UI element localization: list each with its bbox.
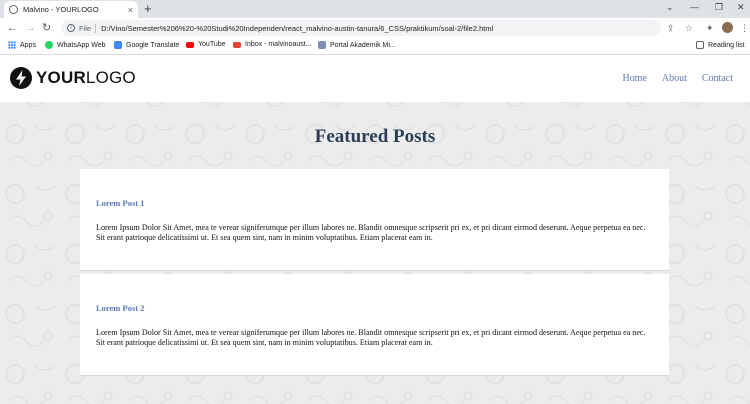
reading-list-icon	[696, 41, 704, 49]
address-scheme: File	[79, 23, 92, 33]
nav-about-link[interactable]: About	[662, 73, 687, 84]
post-card: Lorem Post 2 Lorem Ipsum Dolor Sit Amet,…	[80, 274, 669, 376]
share-icon[interactable]: ⇪	[667, 22, 675, 34]
browser-tab[interactable]: Malvino - YOURLOGO ×	[4, 1, 138, 18]
bookmark-whatsapp[interactable]: WhatsApp Web	[45, 41, 106, 49]
new-tab-button[interactable]: +	[144, 1, 152, 17]
bookmark-label: Portal Akademik Mi...	[330, 41, 396, 49]
address-bar[interactable]: i File D:/Vino/Semester%206%20-%20Studi%…	[61, 20, 661, 36]
featured-posts-heading: Featured Posts	[314, 126, 436, 147]
bookmark-star-icon[interactable]: ☆	[685, 22, 693, 34]
forward-icon[interactable]: →	[25, 21, 36, 35]
tab-bar: Malvino - YOURLOGO × + ⌄ — ❐ ✕	[0, 0, 750, 18]
whatsapp-icon	[45, 41, 53, 49]
gmail-icon	[233, 41, 241, 48]
bookmark-portal-akademik[interactable]: Portal Akademik Mi...	[318, 41, 396, 49]
bookmark-google-translate[interactable]: Google Translate	[114, 41, 179, 49]
reload-icon[interactable]: ↻	[42, 21, 51, 35]
translate-icon	[114, 41, 122, 49]
bookmarks-bar: Apps WhatsApp Web Google Translate YouTu…	[0, 38, 750, 55]
youtube-icon	[186, 41, 194, 48]
nav-contact-link[interactable]: Contact	[702, 73, 733, 84]
tab-close-icon[interactable]: ×	[128, 5, 133, 15]
lightning-icon	[10, 67, 32, 89]
site-logo[interactable]: YOURLOGO	[10, 67, 136, 89]
portal-icon	[318, 41, 326, 49]
logo-text: YOURLOGO	[36, 68, 136, 87]
tab-search-icon[interactable]: ⌄	[666, 2, 674, 13]
menu-icon[interactable]: ⋮	[740, 22, 749, 34]
bookmark-apps[interactable]: Apps	[8, 41, 36, 49]
extensions-icon[interactable]: ✦	[706, 22, 714, 34]
reading-list-label: Reading list	[708, 41, 745, 49]
web-page: YOURLOGO Home About Contact Featured Pos…	[0, 56, 750, 404]
window-close-icon[interactable]: ✕	[737, 2, 745, 13]
post-card: Lorem Post 1 Lorem Ipsum Dolor Sit Amet,…	[80, 169, 669, 271]
post-title[interactable]: Lorem Post 1	[96, 198, 653, 208]
bookmark-label: Google Translate	[126, 41, 180, 49]
profile-avatar[interactable]	[722, 22, 733, 33]
globe-icon	[9, 5, 18, 14]
site-nav: Home About Contact	[622, 73, 733, 84]
browser-toolbar: ← → ↻ i File D:/Vino/Semester%206%20-%20…	[0, 18, 750, 38]
post-body: Lorem Ipsum Dolor Sit Amet, mea te verea…	[96, 328, 646, 347]
restore-icon[interactable]: ❐	[715, 2, 723, 13]
site-header: YOURLOGO Home About Contact	[0, 56, 750, 102]
reading-list[interactable]: Reading list	[696, 41, 745, 49]
bookmark-label: Inbox - malvinoaust...	[245, 41, 312, 48]
address-divider	[95, 23, 97, 33]
info-icon[interactable]: i	[67, 24, 75, 32]
tab-title: Malvino - YOURLOGO	[23, 5, 99, 14]
bookmark-youtube[interactable]: YouTube	[186, 41, 226, 48]
minimize-icon[interactable]: —	[690, 2, 699, 12]
bookmark-gmail[interactable]: Inbox - malvinoaust...	[233, 41, 312, 48]
posts-list: Lorem Post 1 Lorem Ipsum Dolor Sit Amet,…	[80, 169, 669, 379]
nav-home-link[interactable]: Home	[622, 73, 646, 84]
apps-grid-icon	[8, 41, 16, 49]
back-icon[interactable]: ←	[7, 21, 18, 35]
post-body: Lorem Ipsum Dolor Sit Amet, mea te verea…	[96, 223, 646, 242]
bookmark-label: WhatsApp Web	[57, 41, 106, 49]
address-url: D:/Vino/Semester%206%20-%20Studi%20Indep…	[101, 23, 494, 33]
post-title[interactable]: Lorem Post 2	[96, 303, 653, 313]
bookmark-label: Apps	[20, 41, 36, 49]
bookmark-label: YouTube	[198, 41, 226, 48]
